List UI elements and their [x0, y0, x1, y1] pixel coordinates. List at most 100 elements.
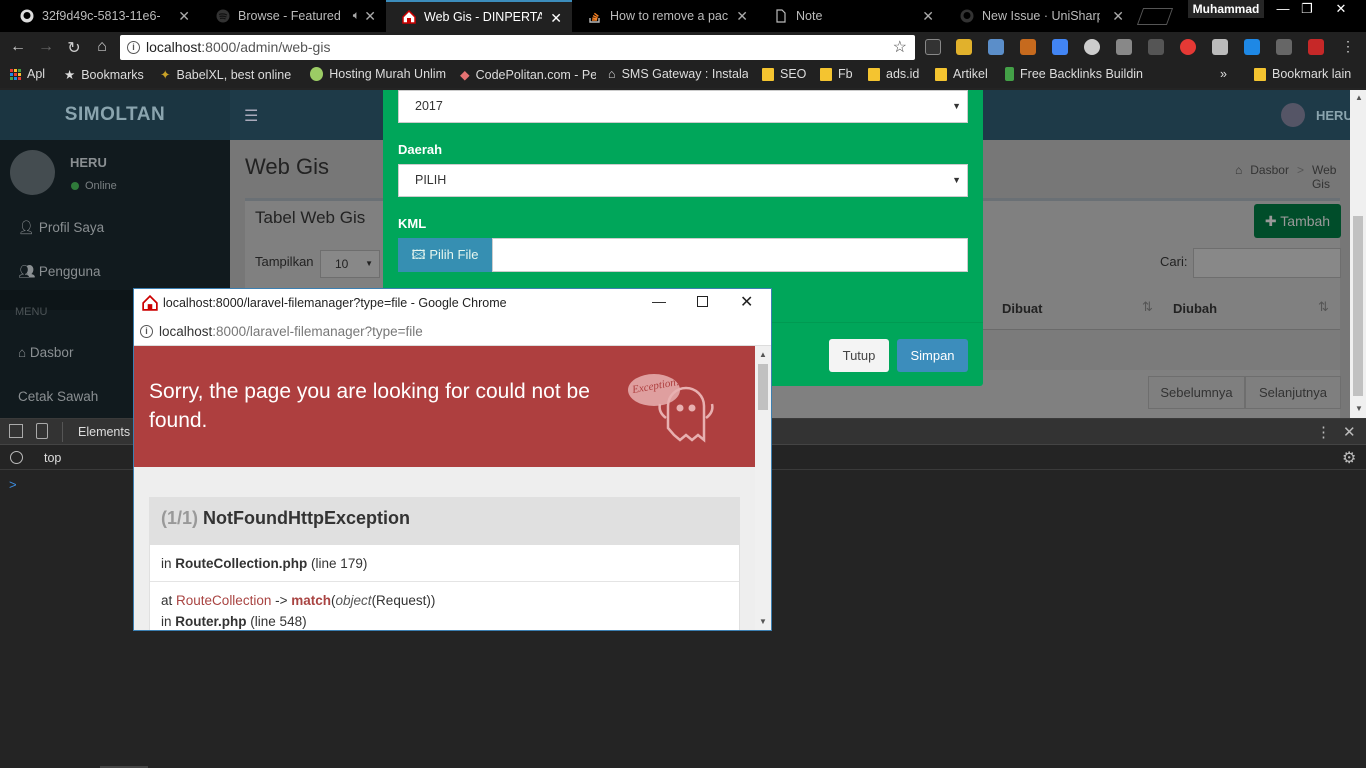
sidebar-item-users[interactable]: 👥︎ Pengguna	[18, 264, 100, 280]
sidebar-item-cetak-sawah[interactable]: Cetak Sawah	[18, 389, 98, 404]
close-icon[interactable]: ✕	[1112, 8, 1124, 25]
tab-2[interactable]: Browse - Featured 🔈︎ ✕	[200, 0, 386, 32]
tab-1[interactable]: 32f9d49c-5813-11e6-8… ✕	[4, 0, 200, 32]
extension-icon[interactable]	[1020, 39, 1036, 55]
bookmark-folder[interactable]: Artikel	[935, 67, 988, 81]
sidebar-item-profile[interactable]: 👤︎ Profil Saya	[18, 220, 104, 236]
next-page-button[interactable]: Selanjutnya	[1245, 376, 1341, 409]
close-window-icon[interactable]: ✕	[1326, 0, 1356, 18]
bookmark-folder[interactable]: ads.id	[868, 67, 919, 81]
add-button[interactable]: ✚ Tambah	[1254, 204, 1341, 238]
bookmark-item[interactable]: ◆ CodePolitan.com - Pe	[460, 67, 596, 83]
app-logo[interactable]: SIMOLTAN	[0, 90, 230, 140]
menu-icon[interactable]: ⋮	[1338, 38, 1358, 55]
top-user-name[interactable]: HERU	[1316, 108, 1350, 123]
page-size-select[interactable]: 10 ▼	[320, 250, 380, 278]
tab-5[interactable]: Note ✕	[758, 0, 944, 32]
extension-icon[interactable]	[1052, 39, 1068, 55]
extension-icon[interactable]	[1084, 39, 1100, 55]
profile-button[interactable]: Muhammad	[1188, 0, 1264, 18]
extension-icon[interactable]	[925, 39, 941, 55]
gear-icon[interactable]: ⚙︎	[1342, 448, 1356, 468]
extension-icon[interactable]	[1308, 39, 1324, 55]
minimize-icon[interactable]: —	[1270, 0, 1296, 18]
choose-file-button[interactable]: 🖾︎ Pilih File	[398, 238, 492, 272]
scroll-thumb[interactable]	[1353, 216, 1363, 396]
back-icon[interactable]: ←	[8, 38, 28, 56]
android-icon[interactable]	[1276, 39, 1292, 55]
close-icon[interactable]: ✕	[922, 8, 934, 25]
close-icon[interactable]: ✕	[736, 8, 748, 25]
column-header-dibuat[interactable]: Dibuat	[1002, 301, 1042, 316]
hamburger-icon[interactable]: ☰	[244, 106, 258, 126]
popup-titlebar[interactable]: localhost:8000/laravel-filemanager?type=…	[134, 289, 771, 318]
sort-icon[interactable]: ⇅	[1318, 299, 1329, 315]
kml-file-input[interactable]	[492, 238, 968, 272]
context-select[interactable]: top	[44, 451, 61, 465]
forward-icon[interactable]: →	[36, 38, 56, 56]
breadcrumb-dasbor[interactable]: Dasbor	[1250, 163, 1289, 191]
close-icon[interactable]: ✕	[550, 10, 562, 27]
camera-icon[interactable]	[1212, 39, 1228, 55]
tab-3[interactable]: Web Gis - DINPERTAN… ✕	[386, 0, 572, 32]
tab-strip: 32f9d49c-5813-11e6-8… ✕ Browse - Feature…	[0, 0, 1366, 32]
bookmark-item[interactable]: Hosting Murah Unlim	[310, 67, 446, 81]
tab-4[interactable]: How to remove a packa… ✕	[572, 0, 758, 32]
bookmark-item[interactable]: Free Backlinks Buildin	[1005, 67, 1143, 81]
scroll-thumb[interactable]	[758, 364, 768, 410]
search-input[interactable]	[1193, 248, 1341, 278]
scroll-down-icon[interactable]: ▼	[759, 617, 767, 626]
star-icon[interactable]: ☆	[893, 35, 907, 60]
bookmarks-more[interactable]: »	[1220, 67, 1227, 81]
year-select[interactable]: 2017 ▼	[398, 90, 968, 123]
tab-elements[interactable]: Elements	[78, 425, 130, 439]
prev-page-button[interactable]: Sebelumnya	[1148, 376, 1245, 409]
box-title: Tabel Web Gis	[255, 208, 366, 227]
sidebar-header-menu: MENU	[15, 306, 48, 318]
address-bar[interactable]: i localhost:8000/admin/web-gis ☆	[120, 35, 915, 60]
restore-icon[interactable]: ❐	[1294, 0, 1320, 18]
close-icon[interactable]: ✕	[1343, 423, 1356, 441]
page-scrollbar[interactable]: ▲ ▼	[1350, 90, 1366, 418]
menu-icon[interactable]: ⋮	[1316, 423, 1331, 441]
clear-console-icon[interactable]	[10, 451, 23, 464]
extension-icon[interactable]	[1148, 39, 1164, 55]
bookmark-item[interactable]: ⌂ SMS Gateway : Instala	[608, 67, 748, 81]
console-prompt[interactable]: >	[9, 477, 17, 492]
avatar[interactable]	[1281, 103, 1305, 127]
daerah-select[interactable]: PILIH ▼	[398, 164, 968, 197]
scroll-up-icon[interactable]: ▲	[1355, 93, 1363, 102]
extension-icon[interactable]	[988, 39, 1004, 55]
popup-address-bar[interactable]: i localhost:8000/laravel-filemanager?typ…	[134, 318, 771, 346]
maximize-icon[interactable]	[697, 296, 708, 307]
column-header-diubah[interactable]: Diubah	[1173, 301, 1217, 316]
site-icon	[142, 295, 158, 311]
scroll-up-icon[interactable]: ▲	[759, 350, 767, 359]
extension-icon[interactable]	[1244, 39, 1260, 55]
close-icon[interactable]: ✕	[364, 8, 376, 25]
extension-icon[interactable]	[1180, 39, 1196, 55]
reload-icon[interactable]: ↻	[64, 38, 84, 58]
extension-icon[interactable]	[956, 39, 972, 55]
sidebar-item-dasbor[interactable]: ⌂ Dasbor	[18, 345, 73, 360]
bookmark-folder[interactable]: SEO	[762, 67, 806, 81]
bookmark-folder[interactable]: Fb	[820, 67, 853, 81]
extension-icon[interactable]	[1116, 39, 1132, 55]
popup-scrollbar[interactable]: ▲ ▼	[755, 346, 771, 630]
close-icon[interactable]: ✕	[740, 292, 753, 312]
tab-6[interactable]: New Issue · UniSharp/la… ✕	[944, 0, 1134, 32]
scroll-down-icon[interactable]: ▼	[1355, 404, 1363, 413]
minimize-icon[interactable]: —	[652, 293, 666, 309]
inspect-icon[interactable]	[9, 424, 23, 438]
new-tab-button[interactable]	[1136, 8, 1174, 25]
bookmark-apps[interactable]: Apl	[10, 67, 45, 81]
home-icon[interactable]: ⌂	[92, 38, 112, 56]
device-icon[interactable]	[36, 423, 48, 439]
bookmark-item[interactable]: ✦ BabelXL, best online	[160, 67, 296, 83]
bookmark-other[interactable]: Bookmark lain	[1254, 67, 1351, 81]
close-button[interactable]: Tutup	[829, 339, 889, 372]
sort-icon[interactable]: ⇅	[1142, 299, 1153, 315]
close-icon[interactable]: ✕	[178, 8, 190, 25]
bookmark-item[interactable]: ★ Bookmarks	[64, 67, 144, 83]
save-button[interactable]: Simpan	[897, 339, 968, 372]
